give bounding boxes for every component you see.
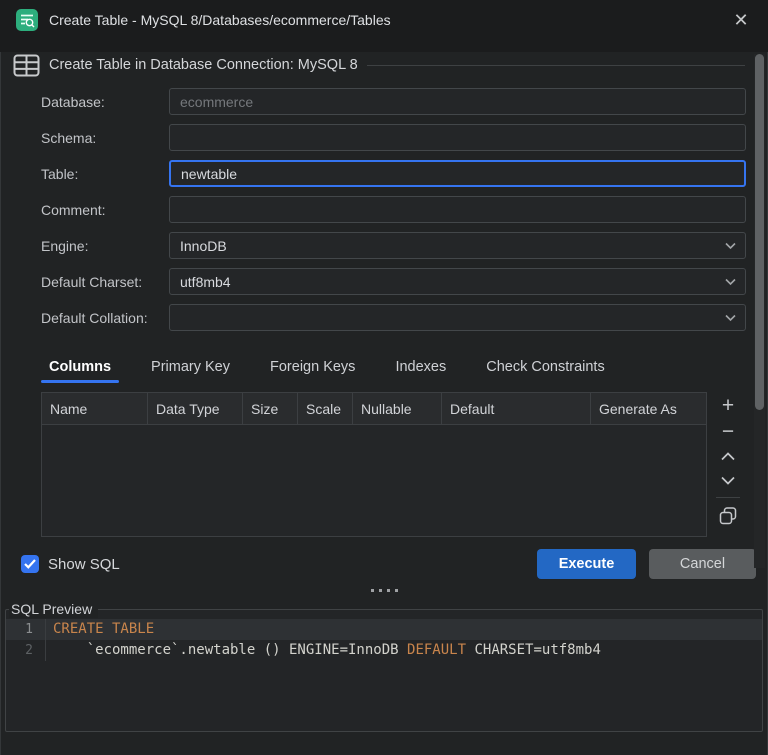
schema-field [169, 124, 746, 151]
collation-row: Default Collation: [41, 304, 767, 331]
group-title: Create Table in Database Connection: MyS… [49, 57, 358, 73]
comment-label: Comment: [41, 201, 106, 218]
create-table-dialog: Create Table - MySQL 8/Databases/ecommer… [0, 0, 768, 755]
toolbar-divider [716, 497, 740, 498]
grid-column-header-generate-as: Generate As [599, 400, 677, 417]
show-sql-checkbox[interactable] [21, 555, 39, 573]
sql-preview-title: SQL Preview [9, 601, 99, 618]
table-grid-icon [13, 54, 40, 76]
tab-check-constraints[interactable]: Check Constraints [478, 357, 612, 383]
grid-column-header-nullable: Nullable [353, 393, 442, 424]
splitter-handle[interactable] [1, 588, 767, 592]
grid-column-header-name: Name [42, 393, 148, 424]
engine-select[interactable]: InnoDB [169, 232, 746, 259]
engine-value: InnoDB [180, 237, 227, 254]
collation-select[interactable] [169, 304, 746, 331]
execute-button[interactable]: Execute [537, 549, 636, 579]
group-header: Create Table in Database Connection: MyS… [13, 52, 745, 78]
collation-label: Default Collation: [41, 309, 148, 326]
engine-label: Engine: [41, 237, 89, 254]
table-name-input[interactable] [171, 162, 744, 185]
grid-column-header-data-type: Data Type [148, 393, 243, 424]
close-icon[interactable]: ✕ [726, 5, 756, 35]
tab-columns[interactable]: Columns [41, 357, 120, 383]
columns-grid: Name Data Type Size Scale Nullable Defau… [41, 392, 707, 537]
sql-script-search-icon [16, 9, 38, 31]
move-down-button[interactable] [715, 468, 741, 492]
table-label: Table: [41, 165, 79, 182]
vertical-scrollbar [754, 54, 765, 568]
tab-foreign-keys[interactable]: Foreign Keys [262, 357, 363, 383]
cancel-button[interactable]: Cancel [649, 549, 756, 579]
database-field [169, 88, 746, 115]
sql-line: 1 CREATE TABLE [6, 619, 762, 640]
chevron-down-icon [725, 242, 736, 249]
database-input [170, 89, 745, 114]
sql-editor[interactable]: 1 CREATE TABLE 2 `ecommerce`.newtable ()… [6, 619, 762, 661]
grid-toolbar: + − [707, 392, 749, 537]
tab-indexes[interactable]: Indexes [387, 357, 454, 383]
charset-label: Default Charset: [41, 273, 143, 290]
sql-code-line: CREATE TABLE [53, 621, 155, 637]
tab-bar: Columns Primary Key Foreign Keys Indexes… [1, 357, 767, 383]
charset-value: utf8mb4 [180, 273, 231, 290]
schema-row: Schema: [41, 124, 767, 151]
group-divider-line [366, 64, 745, 66]
sql-code-line: `ecommerce`.newtable () ENGINE=InnoDB DE… [53, 642, 601, 658]
schema-input[interactable] [170, 125, 745, 150]
titlebar: Create Table - MySQL 8/Databases/ecommer… [0, 0, 768, 40]
table-row: Table: [41, 160, 767, 187]
database-label: Database: [41, 93, 105, 110]
dialog-footer: Show SQL Execute Cancel [21, 549, 756, 579]
columns-grid-area: Name Data Type Size Scale Nullable Defau… [41, 392, 767, 537]
sql-line: 2 `ecommerce`.newtable () ENGINE=InnoDB … [6, 640, 762, 661]
line-number: 2 [6, 640, 46, 661]
duplicate-column-button[interactable] [715, 503, 741, 529]
grid-column-header-size: Size [243, 393, 298, 424]
grid-column-header-default: Default [442, 393, 591, 424]
tab-primary-key[interactable]: Primary Key [143, 357, 238, 383]
comment-field [169, 196, 746, 223]
move-up-button[interactable] [715, 444, 741, 468]
charset-row: Default Charset: utf8mb4 [41, 268, 767, 295]
grid-header: Name Data Type Size Scale Nullable Defau… [42, 393, 706, 425]
chevron-down-icon [725, 278, 736, 285]
sql-preview-panel: SQL Preview 1 CREATE TABLE 2 `ecommerce`… [5, 601, 763, 732]
show-sql-label: Show SQL [48, 555, 120, 573]
check-icon [24, 559, 36, 569]
engine-row: Engine: InnoDB [41, 232, 767, 259]
create-table-form: Database: Schema: Table: Comment: [1, 88, 767, 331]
grid-column-header-scale: Scale [298, 393, 353, 424]
scrollbar-thumb[interactable] [755, 54, 764, 410]
grid-body-empty[interactable] [42, 425, 706, 536]
comment-input[interactable] [170, 197, 745, 222]
dialog-body: Create Table in Database Connection: MyS… [0, 52, 768, 755]
table-field [169, 160, 746, 187]
window-title: Create Table - MySQL 8/Databases/ecommer… [49, 12, 391, 28]
schema-label: Schema: [41, 129, 97, 146]
comment-row: Comment: [41, 196, 767, 223]
chevron-down-icon [725, 314, 736, 321]
remove-column-button[interactable]: − [715, 418, 741, 444]
line-number: 1 [6, 619, 46, 640]
charset-select[interactable]: utf8mb4 [169, 268, 746, 295]
add-column-button[interactable]: + [715, 392, 741, 418]
database-row: Database: [41, 88, 767, 115]
